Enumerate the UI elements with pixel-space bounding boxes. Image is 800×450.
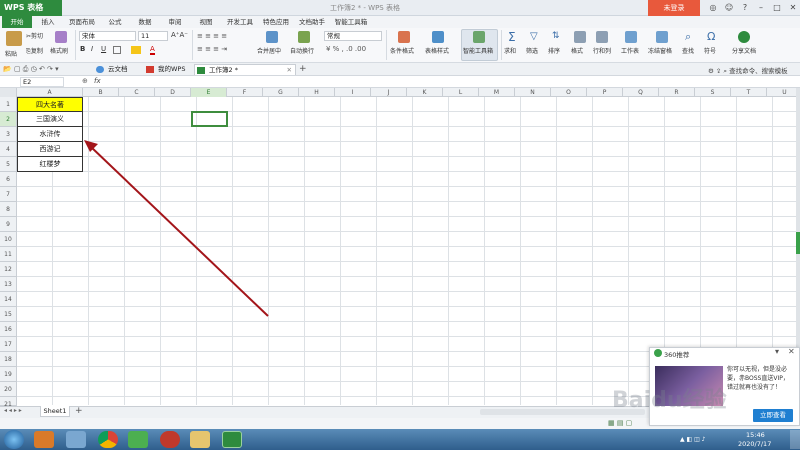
baidu-watermark: Baidu经验 <box>612 388 727 413</box>
wps-sheet-taskbar-icon[interactable] <box>222 431 242 448</box>
show-desktop-button[interactable] <box>790 430 800 449</box>
popup-close-icon[interactable]: ✕ <box>788 347 795 356</box>
chrome-icon[interactable] <box>98 431 118 448</box>
view-mode-icons[interactable]: ▦ ▤ ▢ <box>608 419 632 427</box>
popup-title: 360推荐 <box>664 351 690 359</box>
folder-icon[interactable] <box>190 431 210 448</box>
start-button-icon[interactable] <box>4 430 24 449</box>
media-icon[interactable] <box>160 431 180 448</box>
clock-time[interactable]: 15:46 <box>746 431 765 439</box>
tray-icons[interactable]: ▲ ◧ ◫ ♪ <box>680 436 706 443</box>
scroll-thumb[interactable] <box>796 232 800 254</box>
sheet-tab-sheet1[interactable]: Sheet1 <box>40 406 70 417</box>
add-sheet-icon[interactable]: + <box>75 406 83 416</box>
refresh-app-icon[interactable] <box>128 431 148 448</box>
popup-view-button[interactable]: 立即查看 <box>753 409 793 422</box>
360-logo-icon <box>654 349 662 357</box>
popup-menu-icon[interactable]: ▾ <box>775 347 779 356</box>
taskbar-tools-icon[interactable] <box>66 431 86 448</box>
popup-text: 你可以无视，但是没必要，赤BOSS直送VIP，错过就再也没有了！ <box>727 366 789 391</box>
clock-date[interactable]: 2020/7/17 <box>738 440 771 448</box>
sheet-nav-icons[interactable]: ◂ ◂ ▸ ▸ <box>4 407 22 414</box>
taskbar-app-icon[interactable] <box>34 431 54 448</box>
